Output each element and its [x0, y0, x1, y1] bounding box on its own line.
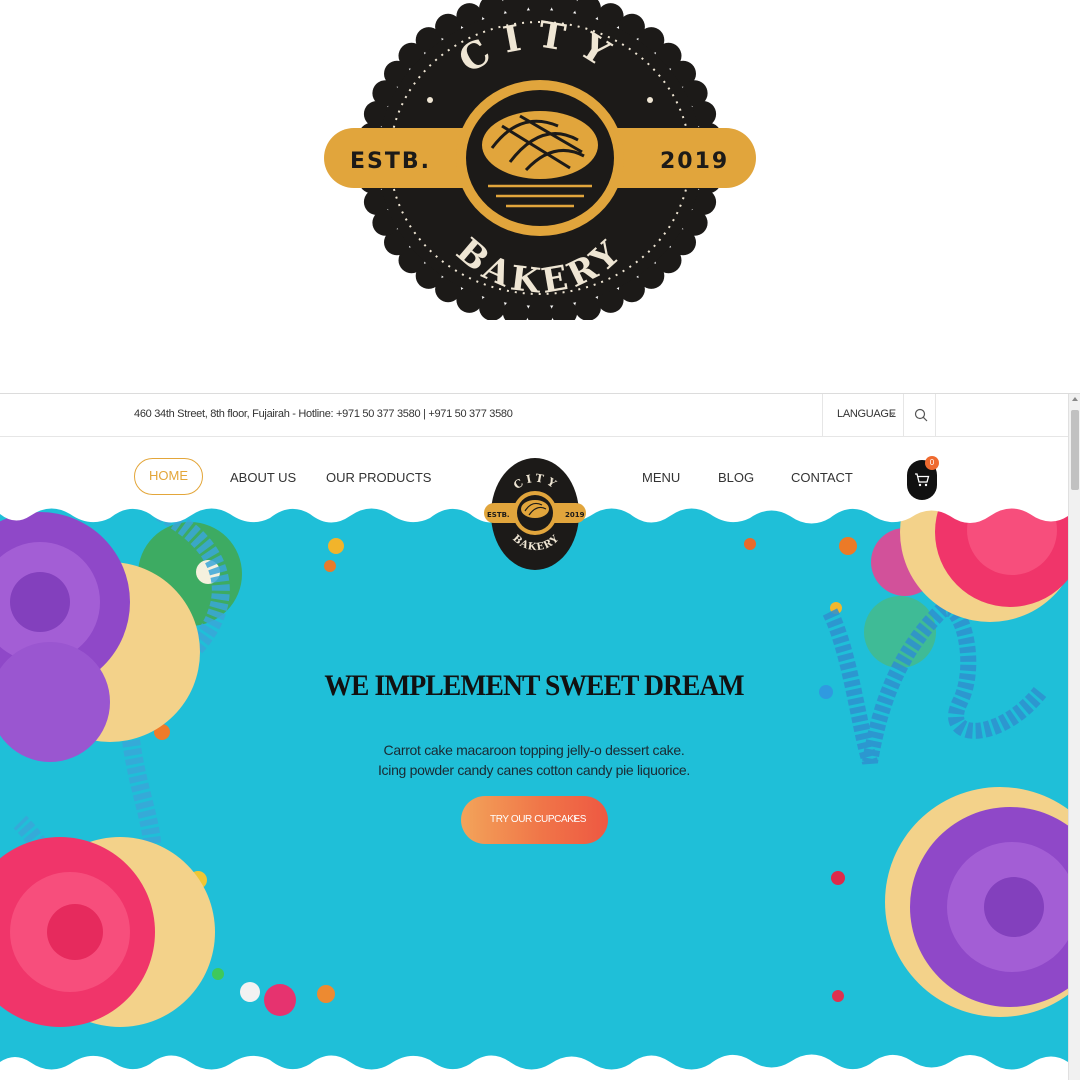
nav-blog[interactable]: BLOG — [718, 470, 754, 485]
cta-label: TRY OUR CUPCAKES — [490, 814, 587, 825]
nav-home[interactable]: HOME — [134, 458, 203, 495]
nav-menu[interactable]: MENU — [642, 470, 680, 485]
scroll-thumb[interactable] — [1071, 410, 1079, 490]
scrollbar[interactable] — [1068, 394, 1080, 1080]
logo-right-text: 2019 — [660, 149, 729, 174]
search-icon — [914, 408, 928, 422]
top-info-bar: 460 34th Street, 8th floor, Fujairah - H… — [0, 394, 1068, 437]
cart-icon — [915, 473, 930, 487]
try-our-cupcakes-button[interactable]: TRY OUR CUPCAKES › — [461, 796, 608, 844]
hero-subtitle-line-1: Carrot cake macaroon topping jelly-o des… — [383, 742, 685, 758]
language-selector[interactable]: LANGUAGE ⌄ — [822, 394, 904, 437]
search-button[interactable] — [904, 394, 936, 437]
nav-contact[interactable]: CONTACT — [791, 470, 853, 485]
site-logo-left-text: ESTB. — [487, 511, 510, 519]
site-logo[interactable]: ESTB. 2019 CITY BAKERY — [482, 448, 588, 574]
logo-left-text: ESTB. — [350, 149, 431, 174]
city-bakery-logo: ESTB. 2019 CITY BAKERY — [324, 0, 756, 320]
nav-about-us[interactable]: ABOUT US — [230, 470, 296, 485]
language-label: LANGUAGE — [837, 408, 896, 420]
website-screenshot: 460 34th Street, 8th floor, Fujairah - H… — [0, 393, 1080, 1080]
chevron-down-icon: ⌄ — [889, 408, 897, 418]
cart-count-badge: 0 — [925, 456, 939, 470]
cart-button[interactable]: 0 — [907, 456, 939, 501]
hero-title: WE IMPLEMENT SWEET DREAM — [324, 669, 744, 702]
scroll-up-arrow-icon[interactable] — [1072, 397, 1078, 401]
nav-our-products[interactable]: OUR PRODUCTS — [326, 470, 431, 485]
chevron-right-icon: › — [573, 810, 578, 825]
address-hotline-text: 460 34th Street, 8th floor, Fujairah - H… — [134, 408, 513, 420]
hero-subtitle-line-2: Icing powder candy canes cotton candy pi… — [377, 762, 691, 778]
hero-decoration — [0, 502, 1068, 1080]
hero-banner: WE IMPLEMENT SWEET DREAM Carrot cake mac… — [0, 502, 1068, 1080]
site-logo-right-text: 2019 — [565, 511, 585, 519]
